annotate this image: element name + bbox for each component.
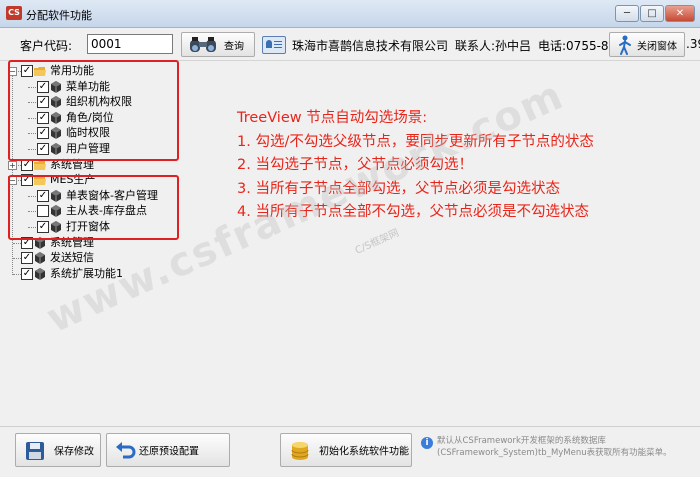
assign-features-window: CS 分配软件功能 ─ □ ✕ 客户代码: 查询 珠海市喜鹊信息技术有限公司 联… xyxy=(0,0,700,477)
database-icon xyxy=(291,442,309,460)
site-watermark-sub: C/S框架网 xyxy=(353,227,401,257)
company-card-icon xyxy=(262,36,286,54)
tree-branch-connector xyxy=(13,274,21,275)
close-window-button[interactable]: ✕ xyxy=(665,5,695,22)
walking-person-icon xyxy=(619,35,631,55)
floppy-disk-icon xyxy=(26,442,44,460)
window-title: 分配软件功能 xyxy=(26,9,92,22)
cube-icon xyxy=(35,268,45,280)
highlight-box-common-features xyxy=(8,60,179,161)
close-form-button[interactable]: 关闭窗体 xyxy=(609,32,685,57)
tree-node-checkbox[interactable]: ✓ xyxy=(21,252,33,264)
bottom-action-bar: 保存修改 还原预设配置 初始化系统软件功能 i 默认从CSFramework开发… xyxy=(0,426,700,477)
query-button[interactable]: 查询 xyxy=(181,32,255,57)
save-changes-label: 保存修改 xyxy=(54,446,94,458)
info-line-2: (CSFramework_System)tb_MyMenu表获取所有功能菜单。 xyxy=(437,448,672,458)
info-icon: i xyxy=(421,437,433,449)
initialize-features-button[interactable]: 初始化系统软件功能 xyxy=(280,433,412,467)
customer-code-label: 客户代码: xyxy=(20,39,73,53)
save-changes-button[interactable]: 保存修改 xyxy=(15,433,101,467)
query-button-label: 查询 xyxy=(224,41,244,52)
restore-default-button[interactable]: 还原预设配置 xyxy=(106,433,230,467)
tree-node-label: 发送短信 xyxy=(50,251,94,264)
tree-branch-connector xyxy=(13,243,21,244)
undo-arrow-icon xyxy=(116,442,136,459)
maximize-button[interactable]: □ xyxy=(640,5,664,22)
contact-person: 联系人:孙中吕 xyxy=(455,39,532,53)
restore-default-label: 还原预设配置 xyxy=(139,446,199,458)
tree-branch-connector xyxy=(13,258,21,259)
info-line-1: 默认从CSFramework开发框架的系统数据库 xyxy=(437,436,606,446)
close-form-label: 关闭窗体 xyxy=(637,41,677,52)
customer-code-input[interactable] xyxy=(87,34,173,54)
expand-toggle-icon[interactable]: + xyxy=(8,161,17,170)
initialize-features-label: 初始化系统软件功能 xyxy=(319,446,409,458)
tree-node-checkbox[interactable]: ✓ xyxy=(21,268,33,280)
binoculars-icon xyxy=(190,37,216,52)
highlight-box-mes-production xyxy=(8,175,179,240)
cube-icon xyxy=(35,252,45,264)
company-name: 珠海市喜鹊信息技术有限公司 xyxy=(292,39,449,53)
title-bar[interactable]: CS 分配软件功能 ─ □ ✕ xyxy=(0,0,700,28)
customer-toolbar: 客户代码: 查询 珠海市喜鹊信息技术有限公司 联系人:孙中吕 电话:0755-8… xyxy=(0,28,700,61)
toolbar-overflow-text: .39 xyxy=(686,37,700,51)
minimize-button[interactable]: ─ xyxy=(615,5,639,22)
info-description: 默认从CSFramework开发框架的系统数据库 (CSFramework_Sy… xyxy=(437,435,672,459)
app-logo-icon: CS xyxy=(6,6,22,20)
